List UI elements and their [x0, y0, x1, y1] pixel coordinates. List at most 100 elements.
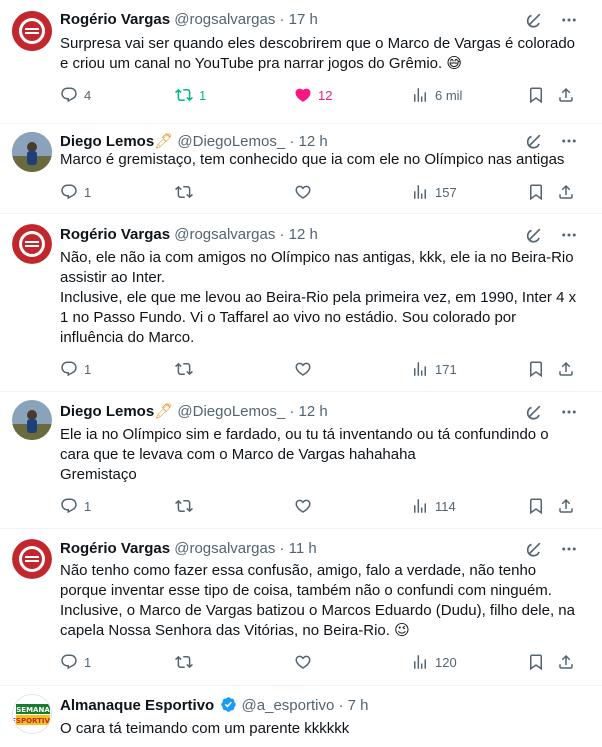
reply-button[interactable]: 1: [60, 653, 91, 671]
reply-icon: [60, 497, 78, 515]
almanaque-logo: SEMANA ESPORTIVA: [13, 695, 51, 733]
author-name[interactable]: Almanaque Esportivo: [60, 697, 214, 714]
author-handle[interactable]: @DiegoLemos_: [177, 133, 285, 150]
reply-button[interactable]: 1: [60, 497, 91, 515]
bookmark-button[interactable]: [527, 653, 545, 671]
like-button[interactable]: [294, 360, 312, 378]
more-icon[interactable]: [560, 226, 578, 244]
share-button[interactable]: [557, 497, 575, 515]
views-icon: [411, 183, 429, 201]
author-handle[interactable]: @rogsalvargas: [174, 540, 275, 557]
tweet-text: Ele ia no Olímpico sim e fardado, ou tu …: [60, 426, 549, 483]
author-name[interactable]: Diego Lemos: [60, 403, 154, 420]
views-count: 6 mil: [435, 87, 463, 103]
tweet[interactable]: Diego Lemos🖊 @DiegoLemos_ · 12 h Marco é…: [0, 124, 602, 214]
views-button[interactable]: 157: [411, 183, 457, 201]
share-button[interactable]: [557, 183, 575, 201]
bookmark-button[interactable]: [527, 183, 545, 201]
reply-icon: [60, 653, 78, 671]
reply-icon: [60, 360, 78, 378]
grok-icon[interactable]: [524, 402, 544, 422]
separator-dot: ·: [279, 226, 285, 243]
grok-icon[interactable]: [524, 10, 544, 30]
grok-icon[interactable]: [524, 225, 544, 245]
timestamp[interactable]: 11 h: [289, 540, 317, 557]
views-count: 171: [435, 361, 457, 377]
verified-badge-icon[interactable]: [220, 696, 237, 713]
tweet[interactable]: Rogério Vargas @rogsalvargas · 12 h Não,…: [0, 214, 602, 392]
timestamp[interactable]: 17 h: [289, 11, 318, 28]
author-name[interactable]: Diego Lemos: [60, 133, 154, 150]
author-name[interactable]: Rogério Vargas: [60, 11, 170, 28]
timestamp[interactable]: 12 h: [289, 226, 318, 243]
retweet-button[interactable]: [175, 183, 193, 201]
more-icon[interactable]: [560, 11, 578, 29]
share-icon: [557, 653, 575, 671]
bookmark-icon: [527, 497, 545, 515]
grok-icon[interactable]: [524, 131, 544, 151]
bookmark-button[interactable]: [527, 86, 545, 104]
views-icon: [411, 360, 429, 378]
reply-button[interactable]: 1: [60, 360, 91, 378]
tweet[interactable]: SEMANA ESPORTIVA Almanaque Esportivo @a_e…: [0, 686, 602, 747]
tweet-text: Não, ele não ia com amigos no Olímpico n…: [60, 249, 577, 346]
retweet-icon: [175, 183, 193, 201]
bookmark-button[interactable]: [527, 497, 545, 515]
bookmark-icon: [527, 653, 545, 671]
share-button[interactable]: [557, 653, 575, 671]
views-count: 114: [435, 498, 456, 514]
share-button[interactable]: [557, 360, 575, 378]
more-icon[interactable]: [560, 540, 578, 558]
retweet-icon: [175, 653, 193, 671]
like-button[interactable]: [294, 497, 312, 515]
grok-icon[interactable]: [524, 539, 544, 559]
more-icon[interactable]: [560, 403, 578, 421]
views-icon: [411, 497, 429, 515]
tweet-text: Não tenho como fazer essa confusão, amig…: [60, 562, 575, 639]
views-button[interactable]: 6 mil: [411, 86, 462, 104]
timestamp[interactable]: 12 h: [299, 133, 328, 150]
like-filled-icon: [294, 86, 312, 104]
timestamp[interactable]: 12 h: [299, 403, 328, 420]
avatar[interactable]: [12, 224, 52, 264]
inter-logo-icon: [12, 11, 52, 51]
share-icon: [557, 183, 575, 201]
reply-button[interactable]: 1: [60, 183, 91, 201]
author-handle[interactable]: @rogsalvargas: [174, 226, 275, 243]
views-button[interactable]: 114: [411, 497, 456, 515]
like-button[interactable]: [294, 653, 312, 671]
tweet[interactable]: Rogério Vargas @rogsalvargas · 17 h Surp…: [0, 0, 602, 124]
views-button[interactable]: 120: [411, 653, 457, 671]
bookmark-button[interactable]: [527, 360, 545, 378]
avatar[interactable]: [12, 400, 52, 440]
author-handle[interactable]: @DiegoLemos_: [177, 403, 285, 420]
retweet-button[interactable]: [175, 497, 193, 515]
views-button[interactable]: 171: [411, 360, 457, 378]
avatar[interactable]: [12, 539, 52, 579]
avatar[interactable]: [12, 132, 52, 172]
avatar[interactable]: [12, 11, 52, 51]
like-icon: [294, 183, 312, 201]
retweet-button[interactable]: [175, 360, 193, 378]
retweet-icon: [175, 360, 193, 378]
like-button[interactable]: 12: [294, 86, 332, 104]
retweet-button[interactable]: [175, 653, 193, 671]
reply-icon: [60, 183, 78, 201]
retweet-button[interactable]: 1: [175, 86, 206, 104]
tweet[interactable]: Rogério Vargas @rogsalvargas · 11 h Não …: [0, 529, 602, 686]
bookmark-icon: [527, 86, 545, 104]
reply-count: 1: [84, 184, 92, 200]
author-handle[interactable]: @rogsalvargas: [174, 11, 275, 28]
timestamp[interactable]: 7 h: [348, 697, 369, 714]
retweet-icon: [175, 497, 193, 515]
share-icon: [557, 497, 575, 515]
like-button[interactable]: [294, 183, 312, 201]
tweet[interactable]: Diego Lemos🖊 @DiegoLemos_ · 12 h Ele ia …: [0, 392, 602, 529]
author-name[interactable]: Rogério Vargas: [60, 226, 170, 243]
more-icon[interactable]: [560, 132, 578, 150]
author-handle[interactable]: @a_esportivo: [242, 697, 335, 714]
reply-button[interactable]: 4: [60, 86, 91, 104]
share-button[interactable]: [557, 86, 575, 104]
avatar[interactable]: SEMANA ESPORTIVA: [12, 694, 52, 734]
author-name[interactable]: Rogério Vargas: [60, 540, 170, 557]
